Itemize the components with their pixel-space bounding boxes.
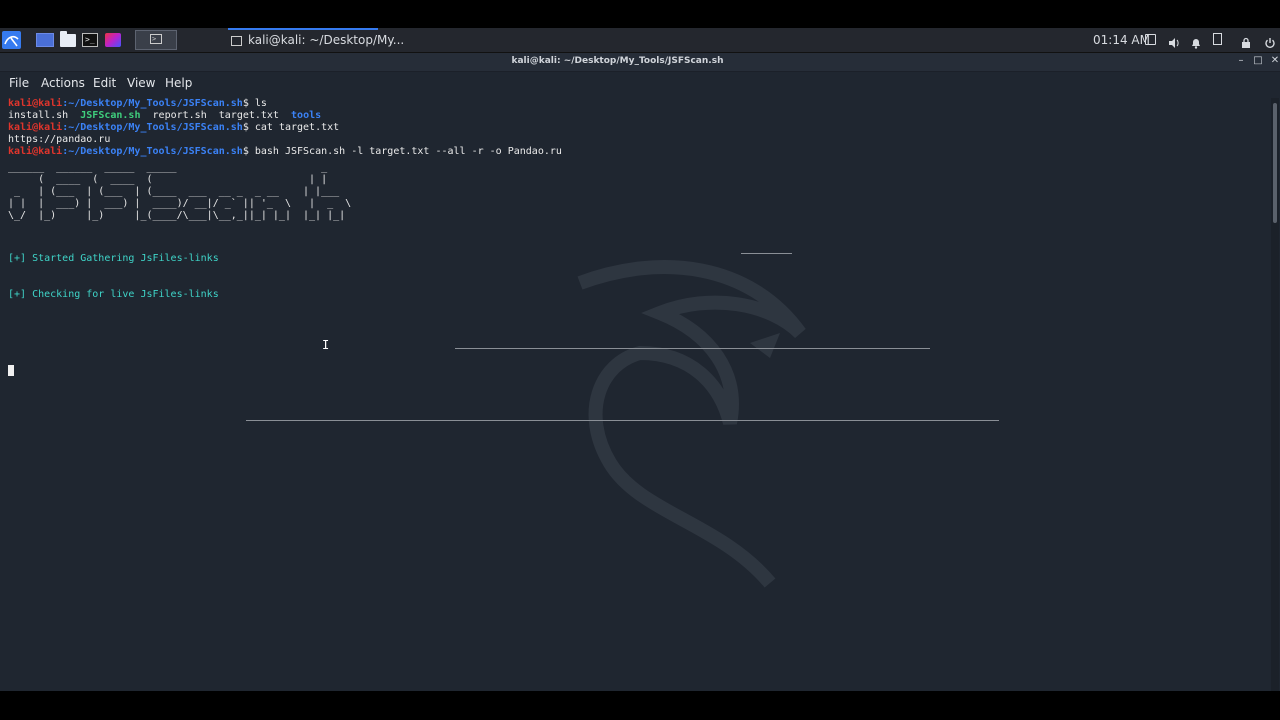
minimize-button[interactable]: – bbox=[1236, 56, 1246, 66]
menu-edit[interactable]: Edit bbox=[93, 76, 116, 90]
command-ls: ls bbox=[254, 98, 267, 109]
taskbar-window-button[interactable]: kali@kali: ~/Desktop/My... bbox=[228, 28, 404, 52]
file-jsfscan: JSFScan.sh bbox=[80, 110, 141, 121]
prompt-line-1: kali@kali:~/Desktop/My_Tools/JSFScan.sh$… bbox=[8, 98, 267, 110]
prompt-symbol: $ bbox=[242, 146, 255, 157]
kali-menu-icon[interactable] bbox=[2, 31, 21, 49]
file-report: report.sh bbox=[152, 110, 207, 121]
dir-tools: tools bbox=[291, 110, 322, 121]
menu-help[interactable]: Help bbox=[165, 76, 192, 90]
maximize-button[interactable]: □ bbox=[1253, 56, 1263, 66]
artifact-line bbox=[741, 253, 792, 254]
display-icon[interactable] bbox=[1145, 34, 1156, 45]
terminal-scrollbar[interactable] bbox=[1271, 98, 1279, 691]
screen-bottom-border bbox=[0, 691, 1280, 720]
prompt-symbol: $ bbox=[242, 122, 255, 133]
scrollbar-thumb[interactable] bbox=[1273, 103, 1277, 223]
banner-line-4: | | | ___) | ___) | ____)/ __|/ _` || '_… bbox=[8, 198, 352, 209]
terminal-window: kali@kali: ~/Desktop/My_Tools/JSFScan.sh… bbox=[0, 53, 1280, 691]
banner-line-2: ( ____ ( ____ ( | | bbox=[8, 174, 328, 185]
prompt-line-3: kali@kali:~/Desktop/My_Tools/JSFScan.sh$… bbox=[8, 146, 562, 158]
menubar: File Actions Edit View Help bbox=[0, 72, 1270, 94]
close-button[interactable]: ✕ bbox=[1270, 56, 1280, 66]
artifact-line bbox=[246, 420, 999, 421]
prompt-user: kali@kali bbox=[8, 98, 63, 109]
power-icon[interactable] bbox=[1264, 34, 1275, 49]
banner-line-3: _ | (___ | (___ | (____ ___ __ _ _ __ | … bbox=[8, 186, 340, 197]
prompt-path: :~/Desktop/My_Tools/JSFScan.sh bbox=[62, 98, 243, 109]
ls-output-line: install.sh JSFScan.sh report.sh target.t… bbox=[8, 110, 321, 122]
file-target: target.txt bbox=[218, 110, 279, 121]
command-cat: cat target.txt bbox=[254, 122, 340, 133]
terminal-cursor bbox=[8, 365, 14, 376]
command-bash: bash JSFScan.sh -l target.txt --all -r -… bbox=[254, 146, 562, 157]
battery-icon[interactable] bbox=[1213, 33, 1222, 45]
notifications-icon[interactable] bbox=[1190, 34, 1201, 49]
menu-file[interactable]: File bbox=[9, 76, 29, 90]
status-message-checking: [+] Checking for live JsFiles-links bbox=[8, 289, 219, 300]
taskbar: >_ > kali@kali: ~/Desktop/My... 01:14 AM bbox=[0, 28, 1280, 53]
artifact-line bbox=[455, 348, 930, 349]
terminal-launcher-icon[interactable]: >_ bbox=[82, 33, 98, 47]
workspace-switcher-icon[interactable] bbox=[36, 33, 54, 47]
screen-top-border bbox=[0, 0, 1280, 28]
file-install: install.sh bbox=[8, 110, 69, 121]
taskbar-window-label: kali@kali: ~/Desktop/My... bbox=[248, 33, 405, 47]
menu-actions[interactable]: Actions bbox=[41, 76, 85, 90]
terminal-small-icon: > bbox=[150, 34, 162, 44]
clock[interactable]: 01:14 AM bbox=[1093, 33, 1150, 47]
menu-view[interactable]: View bbox=[127, 76, 155, 90]
file-manager-icon[interactable] bbox=[60, 31, 76, 47]
banner-line-1: ______ ______ _____ _____ _ bbox=[8, 162, 328, 173]
prompt-path: :~/Desktop/My_Tools/JSFScan.sh bbox=[62, 122, 243, 133]
prompt-line-2: kali@kali:~/Desktop/My_Tools/JSFScan.sh$… bbox=[8, 122, 339, 134]
prompt-user: kali@kali bbox=[8, 122, 63, 133]
cat-output-line: https://pandao.ru bbox=[8, 134, 111, 145]
terminal-output[interactable]: kali@kali:~/Desktop/My_Tools/JSFScan.sh$… bbox=[8, 98, 1268, 688]
browser-launcher-icon[interactable] bbox=[105, 33, 121, 47]
banner-line-5: \_/ |_) |_) |_(____/\___|\__,_||_| |_| |… bbox=[8, 210, 346, 221]
volume-icon[interactable] bbox=[1168, 34, 1179, 48]
prompt-path: :~/Desktop/My_Tools/JSFScan.sh bbox=[62, 146, 243, 157]
window-title: kali@kali: ~/Desktop/My_Tools/JSFScan.sh bbox=[511, 56, 724, 66]
workspace-1-button[interactable]: > bbox=[135, 30, 177, 50]
prompt-symbol: $ bbox=[242, 98, 255, 109]
prompt-user: kali@kali bbox=[8, 146, 63, 157]
window-titlebar[interactable]: kali@kali: ~/Desktop/My_Tools/JSFScan.sh… bbox=[0, 53, 1280, 72]
terminal-window-icon bbox=[231, 36, 242, 46]
lock-screen-icon[interactable] bbox=[1240, 34, 1251, 48]
status-message-gathering: [+] Started Gathering JsFiles-links bbox=[8, 253, 219, 264]
mouse-ibeam-cursor: I bbox=[322, 338, 330, 352]
